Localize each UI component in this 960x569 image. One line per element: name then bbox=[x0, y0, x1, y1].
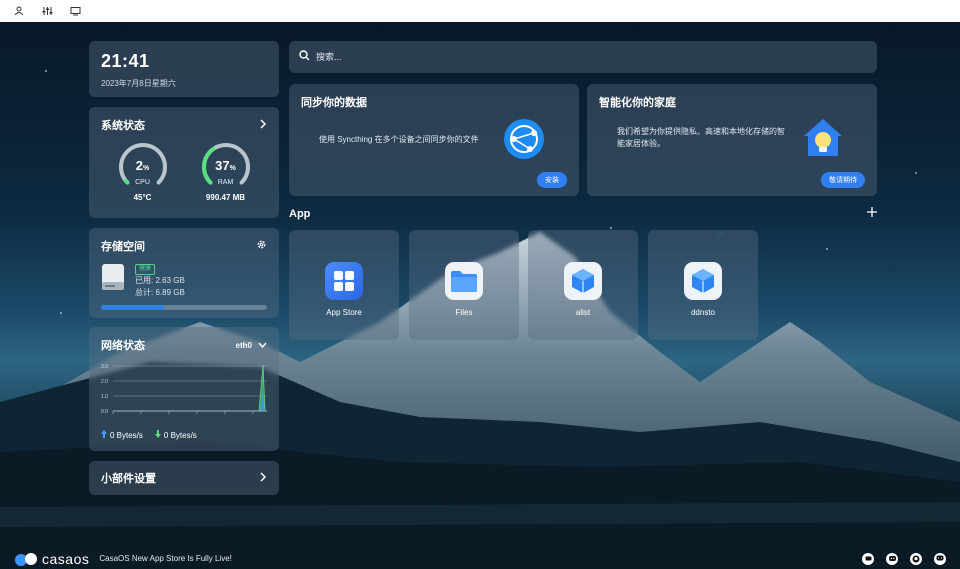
top-toolbar bbox=[0, 0, 960, 22]
app-name: Files bbox=[455, 308, 473, 317]
storage-progress-bar bbox=[101, 305, 267, 310]
search-input[interactable] bbox=[316, 52, 856, 62]
cpu-temp: 45°C bbox=[133, 193, 152, 202]
ram-label: RAM bbox=[217, 179, 234, 186]
chevron-right-icon bbox=[259, 471, 267, 485]
syncthing-icon bbox=[504, 119, 544, 159]
app-name: ddnsto bbox=[690, 308, 716, 317]
footer-bar: casaos CasaOS New App Store Is Fully Liv… bbox=[0, 548, 960, 569]
widget-settings-label: 小部件设置 bbox=[101, 473, 156, 485]
network-title: 网络状态 bbox=[101, 340, 145, 352]
arrow-down-icon bbox=[154, 430, 161, 440]
app-section-header: App bbox=[289, 207, 877, 220]
arrow-up-icon bbox=[101, 430, 107, 440]
sliders-icon[interactable] bbox=[40, 4, 54, 18]
clock-date: 2023年7月8日星期六 bbox=[101, 79, 176, 88]
interface-select[interactable]: eth0 bbox=[236, 341, 267, 350]
network-chart: 3.0 2.0 1.0 0.0 bbox=[101, 364, 267, 415]
system-status-widget: 系统状态 2% CPU 45°C 37% RAM 990.47 MB bbox=[89, 107, 279, 218]
clock-time: 21:41 bbox=[101, 51, 150, 71]
plus-icon[interactable] bbox=[867, 207, 877, 220]
storage-widget: 存储空间 健康 已用: 2.63 GB 总计: 6.89 GB bbox=[89, 228, 279, 318]
app-tile-ddnsto[interactable]: ddnsto bbox=[648, 230, 758, 340]
app-name: alist bbox=[575, 308, 591, 317]
storage-total: 总计: 6.89 GB bbox=[135, 288, 185, 297]
chevron-down-icon bbox=[258, 341, 267, 350]
app-name: App Store bbox=[326, 308, 362, 317]
cube-icon bbox=[564, 262, 602, 300]
smart-home-desc-line2: 能家居体验。 bbox=[617, 139, 665, 148]
cpu-unit: % bbox=[143, 165, 150, 172]
smart-home-card: 智能化你的家庭 我们希望为你提供隐私、高速和本地化存储的智 能家居体验。 敬请期… bbox=[587, 84, 877, 196]
sync-card-title: 同步你的数据 bbox=[301, 97, 367, 109]
storage-title: 存储空间 bbox=[101, 241, 145, 253]
y-tick-2: 2.0 bbox=[101, 379, 108, 385]
user-icon[interactable] bbox=[12, 4, 26, 18]
app-section-title: App bbox=[289, 207, 311, 220]
system-status-title: 系统状态 bbox=[101, 120, 145, 132]
casaos-logo-icon bbox=[15, 552, 37, 566]
coming-soon-button[interactable]: 敬请期待 bbox=[821, 172, 865, 188]
chat-icon[interactable] bbox=[862, 552, 874, 565]
sync-card-desc: 使用 Syncthing 在多个设备之间同步你的文件 bbox=[319, 135, 479, 144]
cpu-label: CPU bbox=[135, 179, 150, 186]
y-tick-3: 3.0 bbox=[101, 364, 108, 370]
disk-icon bbox=[102, 264, 124, 290]
widget-settings-button[interactable]: 小部件设置 bbox=[89, 461, 279, 495]
forum-icon[interactable] bbox=[934, 552, 946, 565]
download-speed: 0 Bytes/s bbox=[163, 430, 197, 440]
network-widget: 网络状态 eth0 3.0 2.0 1.0 0.0 0 Bytes/s 0 By bbox=[89, 327, 279, 451]
sync-card: 同步你的数据 使用 Syncthing 在多个设备之间同步你的文件 安装 bbox=[289, 84, 579, 196]
clock-widget: 21:41 2023年7月8日星期六 bbox=[89, 41, 279, 97]
logo-text: casaos bbox=[42, 550, 90, 567]
cpu-percent: 2 bbox=[135, 158, 143, 173]
smart-home-card-desc: 我们希望为你提供隐私、高速和本地化存储的智 能家居体验。 bbox=[617, 126, 785, 150]
ram-unit: % bbox=[229, 165, 236, 172]
cpu-gauge: 2% CPU 45°C bbox=[115, 141, 171, 202]
smart-home-card-title: 智能化你的家庭 bbox=[599, 97, 676, 109]
screen-icon[interactable] bbox=[68, 4, 82, 18]
github-icon[interactable] bbox=[910, 552, 922, 565]
ram-used: 990.47 MB bbox=[205, 193, 246, 202]
storage-used: 已用: 2.63 GB bbox=[135, 276, 185, 285]
smart-home-desc-line1: 我们希望为你提供隐私、高速和本地化存储的智 bbox=[617, 127, 785, 136]
cube-icon bbox=[684, 262, 722, 300]
interface-name: eth0 bbox=[235, 340, 252, 350]
storage-progress-fill bbox=[101, 305, 165, 310]
chevron-right-icon[interactable] bbox=[259, 118, 267, 132]
smart-home-icon bbox=[804, 119, 842, 156]
y-tick-1: 1.0 bbox=[101, 394, 108, 400]
footer-message[interactable]: CasaOS New App Store Is Fully Live! bbox=[99, 554, 232, 563]
status-badge: 健康 bbox=[135, 264, 156, 275]
casaos-logo: casaos bbox=[14, 551, 89, 567]
gear-icon[interactable] bbox=[256, 239, 267, 253]
folder-icon bbox=[445, 262, 483, 300]
app-store-icon bbox=[325, 262, 363, 300]
app-tile-app-store[interactable]: App Store bbox=[289, 230, 399, 340]
app-tile-files[interactable]: Files bbox=[409, 230, 519, 340]
search-bar bbox=[289, 41, 877, 73]
install-button[interactable]: 安装 bbox=[537, 172, 567, 188]
ram-percent: 37 bbox=[215, 158, 230, 173]
app-tile-alist[interactable]: alist bbox=[528, 230, 638, 340]
search-icon bbox=[299, 48, 310, 66]
discord-icon[interactable] bbox=[886, 552, 898, 565]
y-tick-0: 0.0 bbox=[101, 409, 108, 415]
ram-gauge: 37% RAM 990.47 MB bbox=[198, 141, 254, 202]
upload-speed: 0 Bytes/s bbox=[110, 430, 143, 440]
